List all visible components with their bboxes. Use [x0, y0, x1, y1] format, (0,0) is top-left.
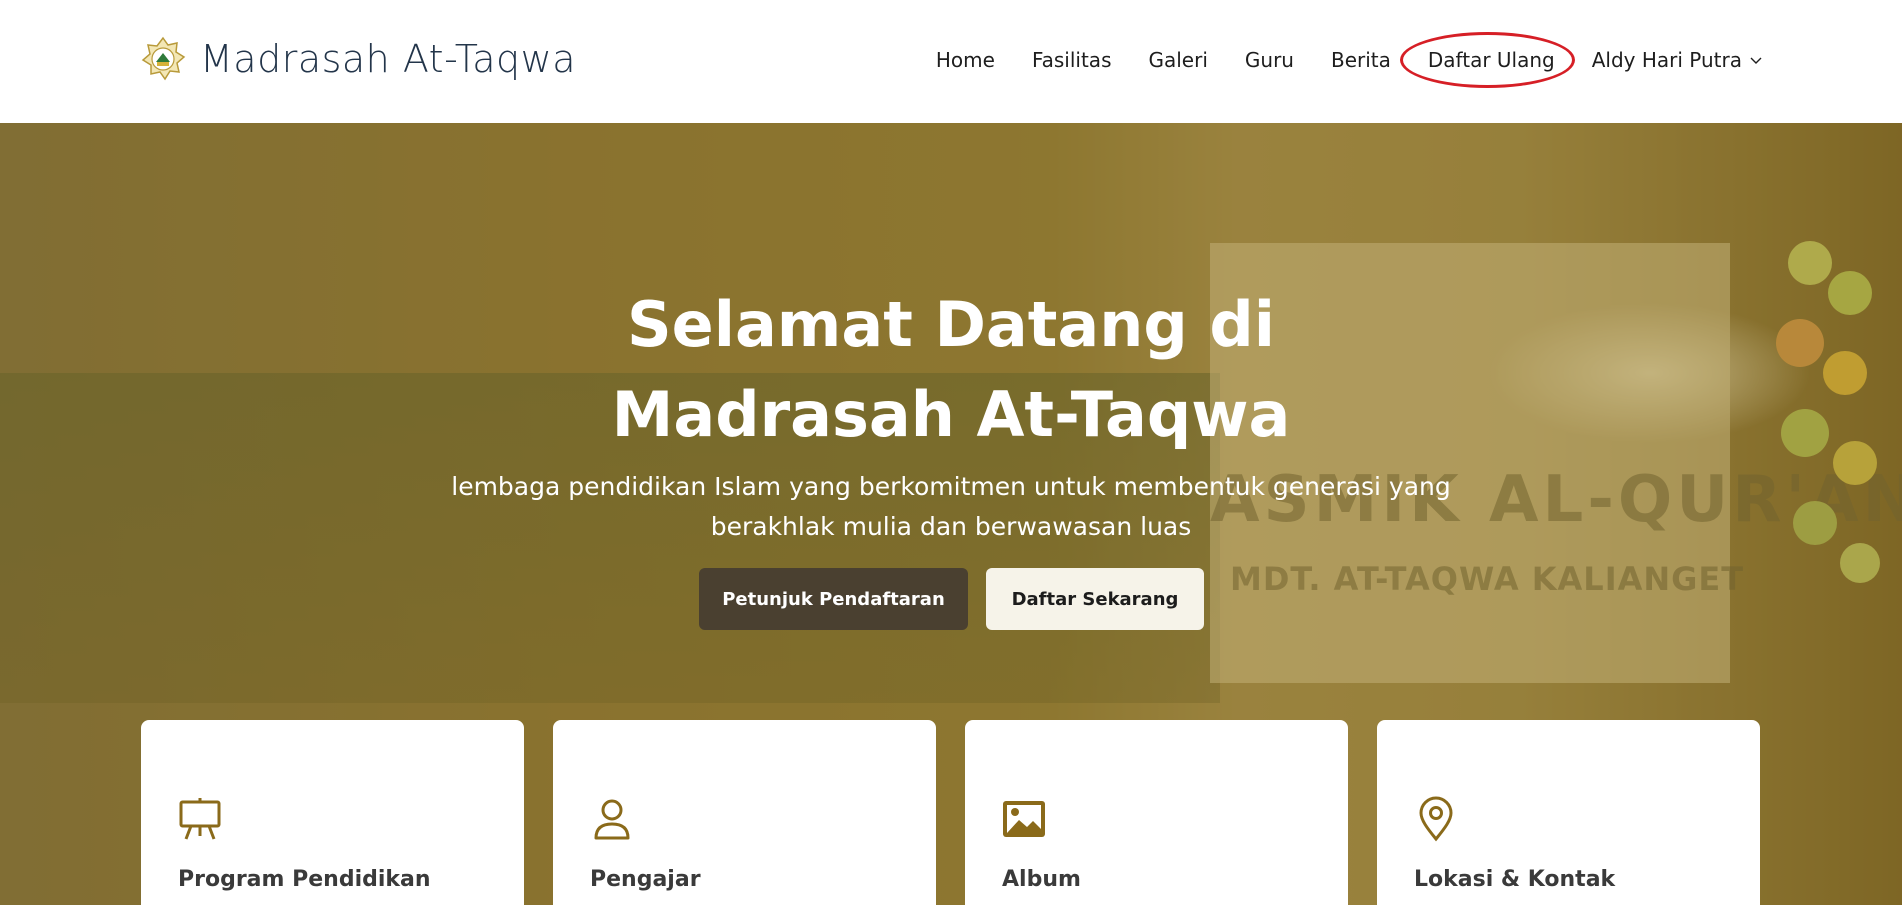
register-now-button[interactable]: Daftar Sekarang: [986, 568, 1204, 630]
user-name: Aldy Hari Putra: [1591, 48, 1742, 72]
location-pin-icon: [1419, 796, 1453, 842]
nav-berita[interactable]: Berita: [1331, 48, 1391, 72]
nav-daftar-ulang[interactable]: Daftar Ulang: [1399, 32, 1575, 88]
nav-home[interactable]: Home: [936, 48, 995, 72]
card-title: Lokasi & Kontak: [1414, 867, 1616, 892]
brand-name: Madrasah At-Taqwa: [200, 37, 576, 81]
chevron-down-icon: [1750, 57, 1762, 64]
feature-cards: Program Pendidikan Pengajar Album Lokasi…: [141, 720, 1760, 920]
madrasah-logo-icon: [141, 36, 186, 81]
registration-guide-button[interactable]: Petunjuk Pendaftaran: [699, 568, 968, 630]
nav-galeri[interactable]: Galeri: [1148, 48, 1207, 72]
card-album[interactable]: Album: [965, 720, 1348, 920]
nav-user-menu[interactable]: Aldy Hari Putra: [1592, 48, 1762, 72]
hero-subtitle: lembaga pendidikan Islam yang berkomitme…: [451, 472, 1451, 541]
presentation-board-icon: [179, 798, 221, 840]
nav-guru[interactable]: Guru: [1245, 48, 1294, 72]
hero-buttons: Petunjuk Pendaftaran Daftar Sekarang: [699, 568, 1204, 630]
image-icon: [1003, 801, 1045, 837]
card-lokasi-kontak[interactable]: Lokasi & Kontak: [1377, 720, 1760, 920]
brand-link[interactable]: Madrasah At-Taqwa: [140, 34, 576, 84]
card-program-pendidikan[interactable]: Program Pendidikan: [141, 720, 524, 920]
card-title: Pengajar: [590, 867, 701, 892]
person-icon: [594, 799, 630, 840]
hero-title: Selamat Datang di Madrasah At-Taqwa: [611, 288, 1291, 451]
site-header: Madrasah At-Taqwa Home Fasilitas Galeri …: [0, 0, 1902, 123]
card-title: Program Pendidikan: [178, 867, 431, 892]
card-title: Album: [1002, 867, 1081, 892]
nav-fasilitas[interactable]: Fasilitas: [1032, 48, 1112, 72]
main-nav: Home Fasilitas Galeri Guru Berita Daftar…: [899, 32, 1762, 88]
card-pengajar[interactable]: Pengajar: [553, 720, 936, 920]
